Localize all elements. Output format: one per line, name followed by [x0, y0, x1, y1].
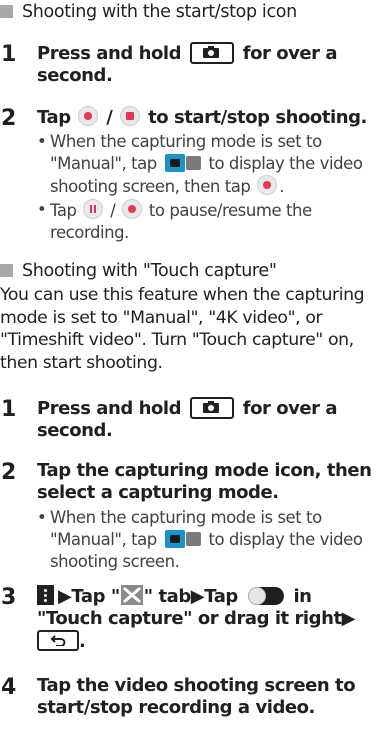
camera-key-icon: [189, 42, 234, 64]
section-heading-touch-capture: Shooting with "Touch capture": [0, 261, 277, 281]
step-text: ▶Tap " " tab▶Tap in "Touch capture" or dr…: [37, 585, 356, 652]
menu-icon: [37, 585, 54, 605]
bullet-manual-mode-2: • When the capturing mode is set to "Man…: [37, 508, 363, 571]
record-button-icon: [78, 106, 99, 126]
stop-button-icon: [120, 106, 141, 126]
step-text: Press and hold for over a second.: [37, 397, 338, 441]
step-number: 2: [1, 106, 17, 131]
bullet-manual-mode: • When the capturing mode is set to "Man…: [37, 132, 363, 196]
step-number: 4: [1, 675, 17, 700]
record-button-icon: [257, 175, 278, 195]
manual-page: Shooting with the start/stop icon 1 Pres…: [0, 0, 381, 734]
step-number: 1: [1, 42, 17, 67]
touch-capture-intro: You can use this feature when the captur…: [0, 285, 365, 373]
video-mode-switch-icon: [164, 530, 201, 548]
step-number: 1: [1, 397, 17, 422]
section-marker: [0, 264, 13, 277]
video-mode-switch-icon: [164, 154, 201, 172]
pause-button-icon: [83, 199, 104, 219]
record-button-icon: [122, 199, 143, 219]
step-number: 3: [1, 585, 17, 610]
camera-key-icon: [189, 397, 234, 419]
back-key-icon: [37, 630, 79, 651]
bullet-pause-resume: • Tap / to pause/resume the recording.: [37, 199, 312, 242]
section-heading-start-stop: Shooting with the start/stop icon: [0, 2, 297, 22]
step-text: Tap the capturing mode icon, then select…: [37, 460, 372, 503]
step-number: 2: [1, 460, 17, 485]
step-text: Tap / to start/stop shooting.: [37, 106, 367, 128]
toggle-switch-icon: [247, 587, 284, 605]
step-text: Press and hold for over a second.: [37, 42, 338, 86]
settings-tab-icon: [120, 585, 143, 605]
step-text: Tap the video shooting screen to start/s…: [37, 675, 356, 718]
section-marker: [0, 5, 13, 18]
